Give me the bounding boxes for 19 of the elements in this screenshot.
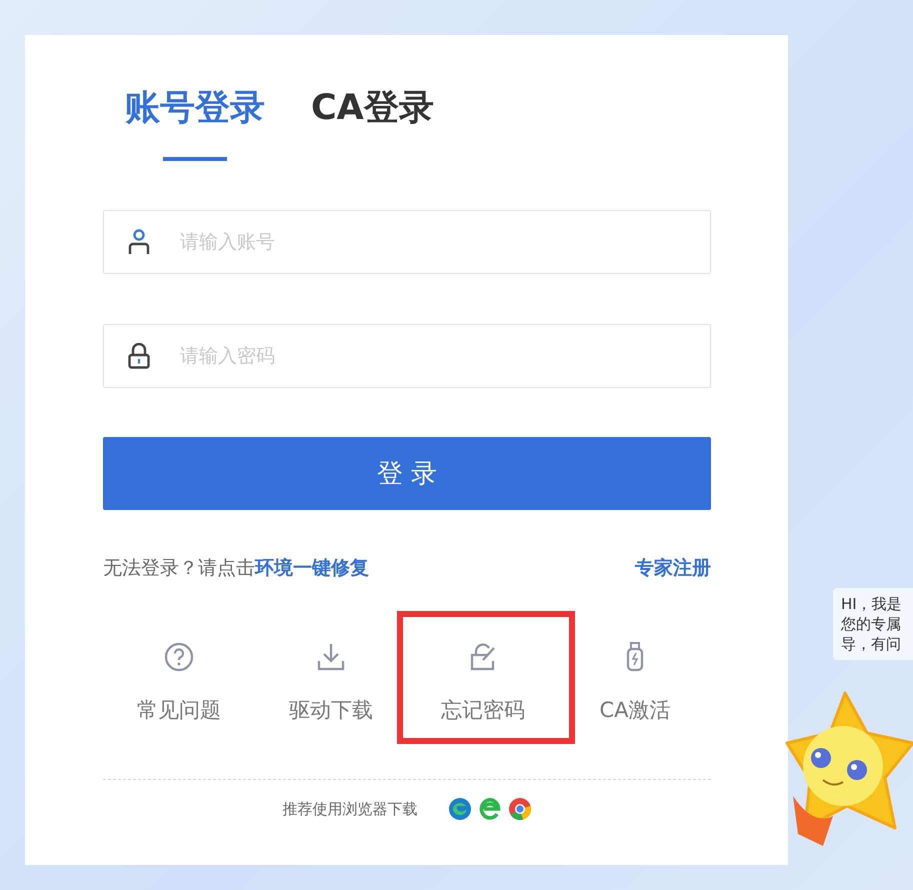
bubble-text: 导，有问 (841, 634, 902, 654)
login-tab[interactable]: 账号登录 (125, 85, 265, 161)
shortcut-link[interactable]: 忘记密码 (441, 696, 525, 724)
login-tab[interactable]: CA登录 (311, 85, 434, 161)
bubble-text: HI，我是 (841, 594, 903, 614)
shortcut-link[interactable]: 常见问题 (137, 696, 221, 724)
repair-link[interactable]: 环境一键修复 (255, 557, 369, 579)
browser-icon[interactable] (478, 797, 502, 821)
help-text: 无法登录？请点击环境一键修复 (103, 556, 369, 581)
shortcut-link[interactable]: 驱动下载 (289, 696, 373, 724)
download-icon[interactable] (315, 641, 347, 673)
register-link[interactable]: 专家注册 (635, 555, 711, 581)
bubble-text: 您的专属 (841, 614, 902, 634)
browser-hint: 推荐使用浏览器下载 (282, 800, 418, 818)
login-button[interactable]: 登 录 (103, 437, 711, 510)
shortcut-link[interactable]: CA激活 (599, 696, 671, 724)
browser-icon[interactable] (508, 797, 532, 821)
question-icon[interactable] (163, 641, 195, 673)
browser-icon[interactable] (448, 797, 472, 821)
